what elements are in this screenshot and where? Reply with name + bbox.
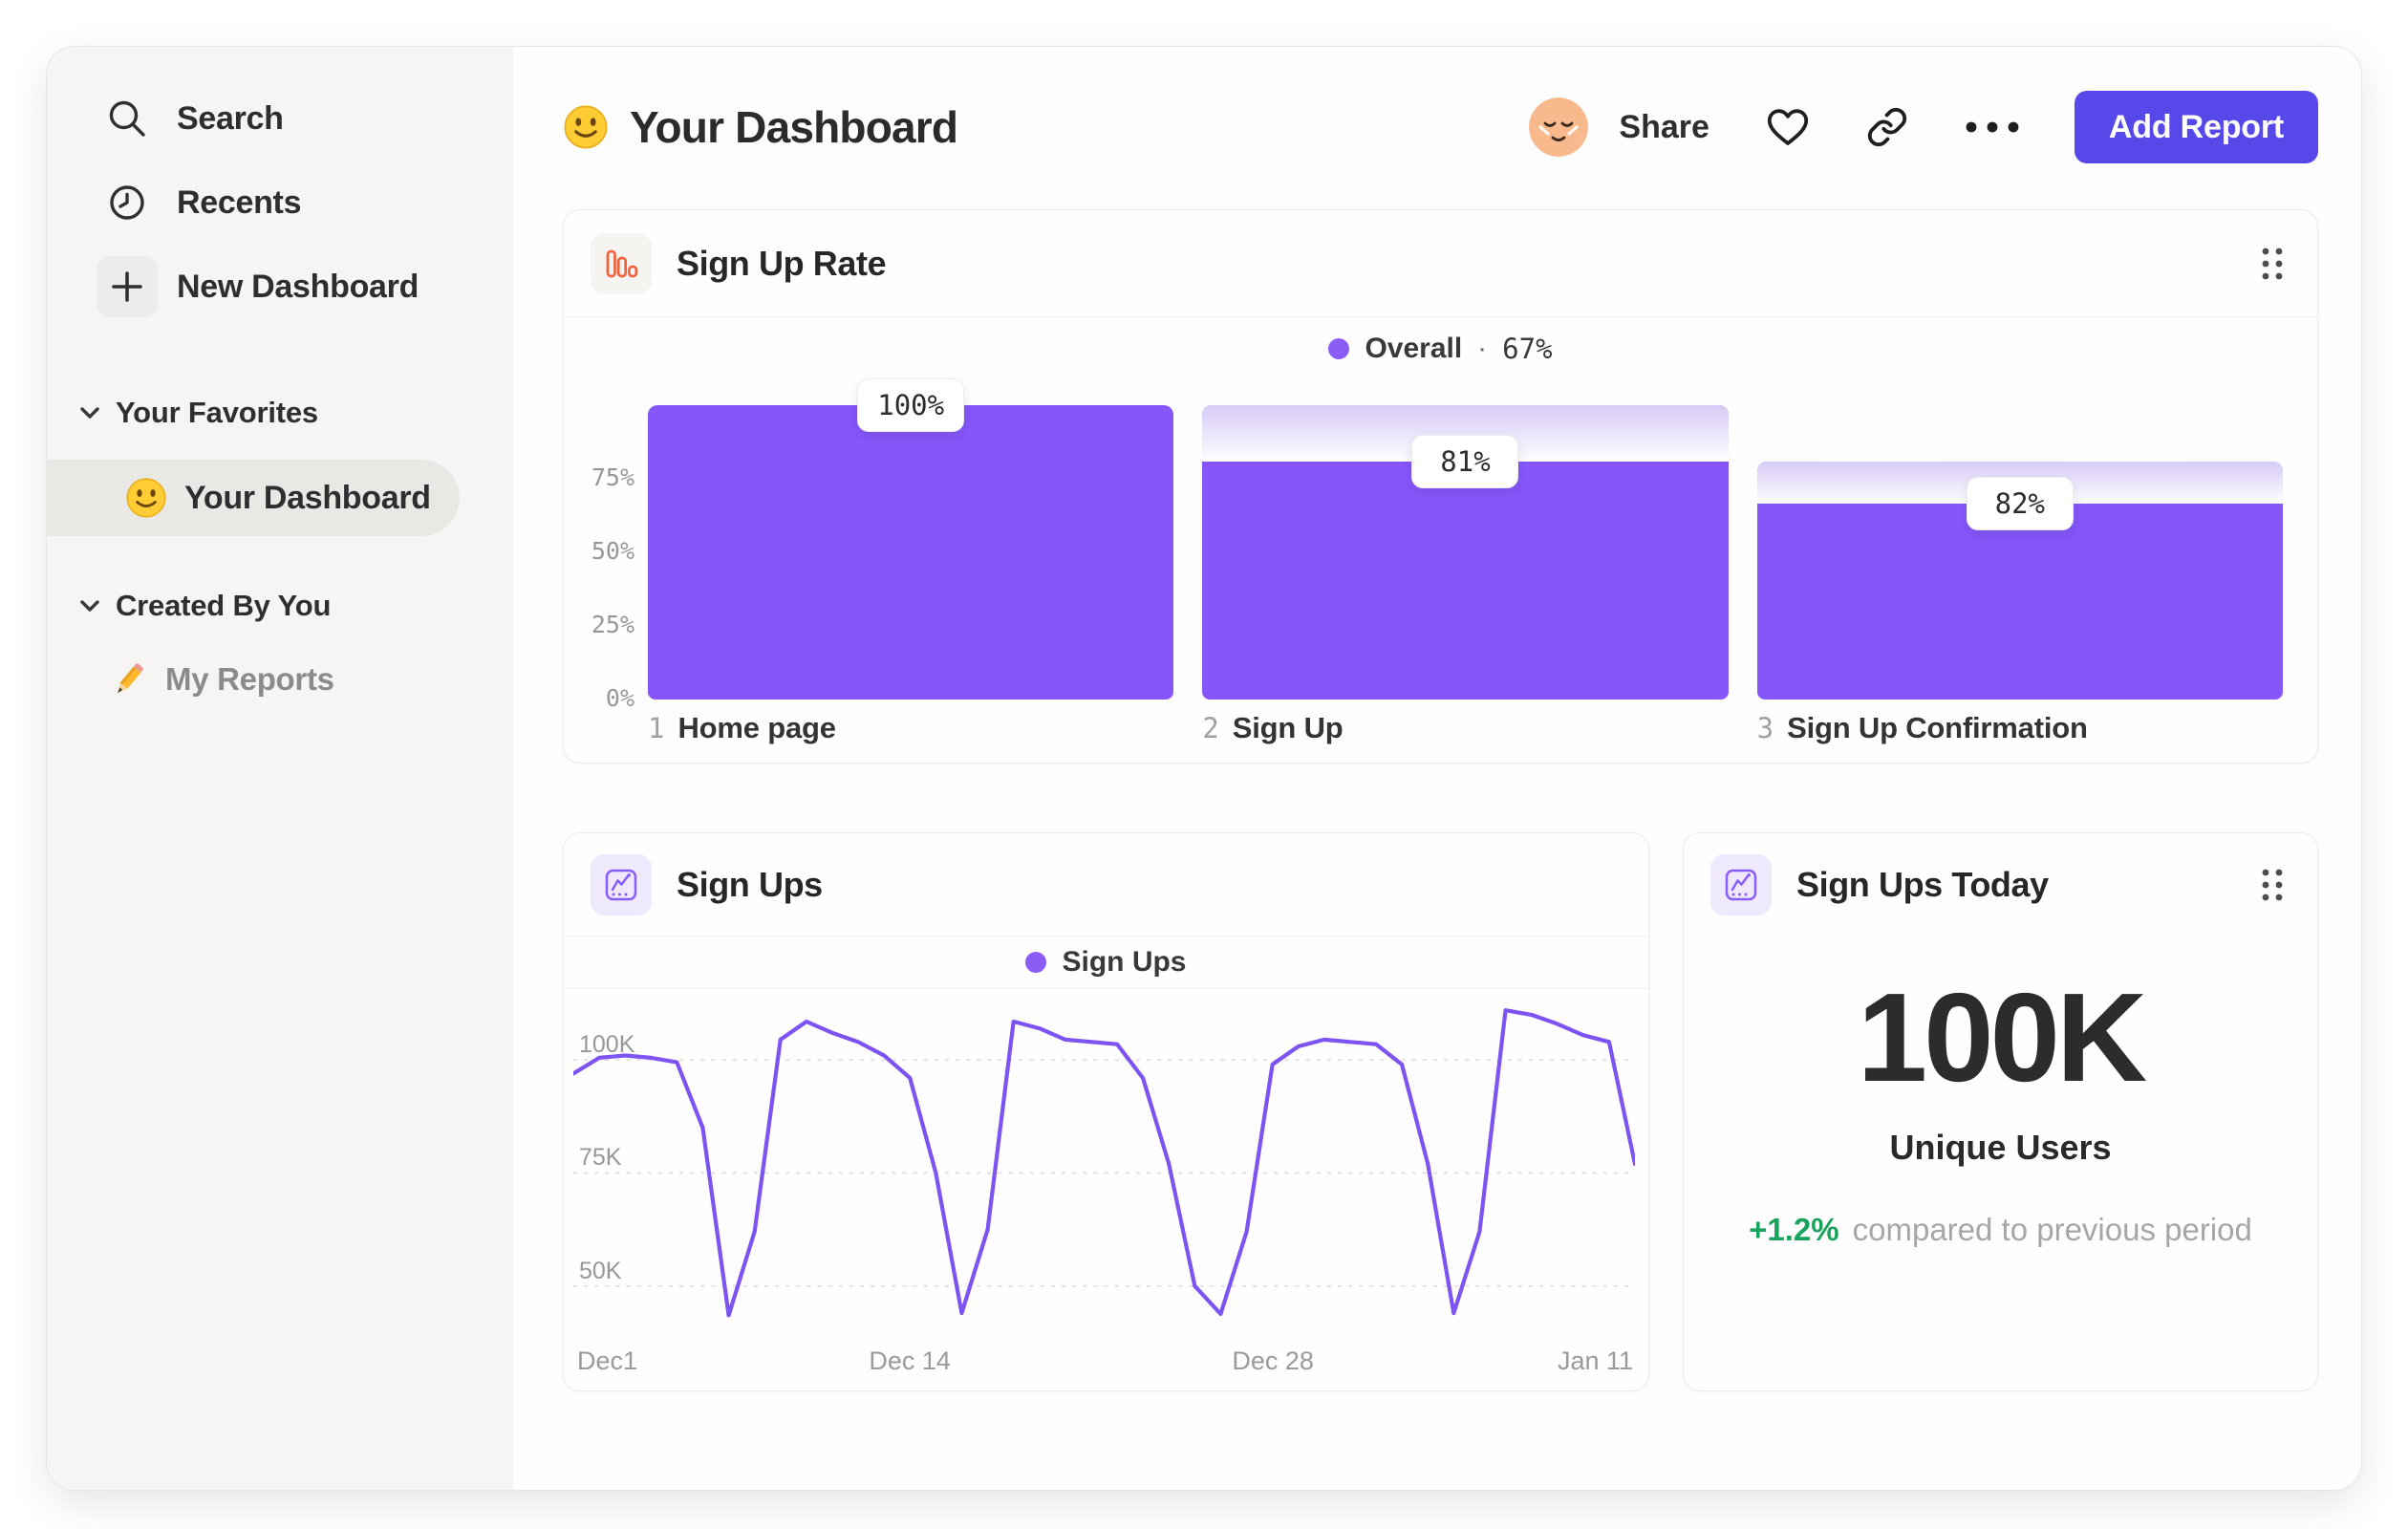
sidebar-item-search[interactable]: Search [47, 85, 513, 152]
sidebar-item-your-dashboard[interactable]: Your Dashboard [47, 460, 460, 536]
kpi-delta: +1.2% [1749, 1212, 1839, 1247]
funnel-bars: 100% 81% 82% [648, 378, 2283, 700]
legend-dot [1328, 338, 1350, 359]
legend-label: Overall [1365, 333, 1463, 364]
add-report-button[interactable]: Add Report [2074, 91, 2318, 163]
legend-label: Sign Ups [1062, 946, 1187, 978]
funnel-chart-icon [591, 232, 652, 294]
pencil-emoji-icon [117, 663, 143, 694]
funnel-value-chip: 100% [857, 378, 965, 432]
funnel-bar[interactable]: 81% [1202, 405, 1729, 700]
sidebar-item-new-dashboard[interactable]: New Dashboard [47, 253, 513, 320]
sidebar-item-label: My Reports [165, 661, 334, 697]
kpi-body: 100K Unique Users +1.2% compared to prev… [1684, 937, 2317, 1248]
favorite-heart-icon[interactable] [1765, 106, 1811, 148]
y-axis-tick: 75% [591, 463, 634, 491]
header-actions: Share Add Report [1529, 91, 2318, 163]
funnel-value-chip: 82% [1966, 477, 2074, 531]
search-icon [97, 88, 158, 149]
section-title: Created By You [116, 589, 332, 622]
funnel-bar[interactable]: 82% [1756, 405, 2283, 700]
more-options-icon[interactable] [1964, 119, 2021, 135]
sidebar-item-label: Recents [177, 183, 302, 221]
plus-icon [97, 256, 158, 317]
funnel-step-label: 1 Home page [648, 711, 836, 744]
signup-rate-card-header: Sign Up Rate [564, 210, 2317, 317]
section-your-favorites[interactable]: Your Favorites [47, 389, 513, 437]
signups-card-header: Sign Ups [564, 833, 1648, 937]
line-x-labels: Dec1 Dec 14 Dec 28 Jan 11 [573, 1346, 1635, 1375]
chevron-down-icon [80, 407, 99, 419]
copy-link-icon[interactable] [1866, 106, 1908, 148]
main-content: Your Dashboard Share Add Report Sign Up … [513, 47, 2361, 1490]
chevron-down-icon [80, 600, 99, 612]
funnel-step-label: 3 Sign Up Confirmation [1756, 711, 2088, 744]
card-title: Sign Ups Today [1796, 865, 2049, 904]
sidebar-item-label: Search [177, 99, 284, 137]
section-created-by-you[interactable]: Created By You [47, 582, 513, 630]
funnel-y-axis: 75% 50% 25% 0% [564, 405, 648, 712]
signups-card: Sign Ups Sign Ups 100K 75K 50K Dec1 Dec 14 D… [563, 832, 1649, 1391]
y-axis-tick: 25% [591, 611, 634, 638]
x-axis-tick: Dec1 [577, 1346, 638, 1375]
legend-separator: · [1477, 333, 1488, 364]
legend-dot [1025, 952, 1047, 973]
drag-handle-icon[interactable] [2260, 245, 2285, 283]
sidebar: Search Recents New Dashboard Your Favori… [47, 47, 513, 1490]
page-header: Your Dashboard Share Add Report [563, 89, 2318, 165]
card-title: Sign Ups [677, 864, 823, 904]
kpi-delta-note: compared to previous period [1852, 1212, 2252, 1247]
smiley-emoji-icon [564, 105, 608, 149]
funnel-step-label: 2 Sign Up [1202, 711, 1344, 744]
card-title: Sign Up Rate [677, 243, 887, 283]
line-chart-icon [1710, 854, 1772, 915]
y-axis-tick: 75K [579, 1144, 622, 1172]
sidebar-item-label: Your Dashboard [184, 479, 431, 516]
line-legend[interactable]: Sign Ups [564, 937, 1648, 989]
funnel-legend[interactable]: Overall · 67% [564, 317, 2317, 380]
signup-rate-card: Sign Up Rate Overall · 67% 75% 50% 25% 0% 1… [563, 209, 2318, 764]
y-axis-tick: 50% [591, 537, 634, 565]
funnel-chart: 75% 50% 25% 0% 100% 81% 82% [564, 378, 2317, 712]
smiley-emoji-icon [126, 478, 166, 518]
sidebar-item-label: New Dashboard [177, 268, 419, 305]
y-axis-tick: 50K [579, 1257, 622, 1284]
sidebar-item-my-reports[interactable]: My Reports [47, 649, 513, 710]
legend-value: 67% [1502, 333, 1553, 365]
funnel-bar[interactable]: 100% [648, 378, 1174, 700]
sidebar-item-recents[interactable]: Recents [47, 169, 513, 236]
kpi-value: 100K [1857, 967, 2148, 1108]
signups-today-card-header: Sign Ups Today [1684, 833, 2317, 937]
share-button[interactable]: Share [1619, 109, 1709, 146]
app-window: Search Recents New Dashboard Your Favori… [46, 46, 2362, 1491]
x-axis-tick: Dec 14 [869, 1346, 951, 1375]
section-title: Your Favorites [116, 396, 318, 429]
x-axis-tick: Jan 11 [1557, 1346, 1633, 1375]
page-title: Your Dashboard [630, 102, 958, 152]
funnel-value-chip: 81% [1411, 434, 1519, 488]
x-axis-tick: Dec 28 [1232, 1346, 1314, 1375]
drag-handle-icon[interactable] [2260, 866, 2285, 904]
line-chart[interactable]: 100K 75K 50K [573, 997, 1635, 1331]
y-axis-tick: 100K [579, 1031, 635, 1059]
y-axis-tick: 0% [605, 684, 634, 712]
clock-icon [97, 172, 158, 233]
line-chart-icon [591, 853, 652, 915]
funnel-x-labels: 1 Home page 2 Sign Up 3 Sign Up Confirmation [564, 700, 2317, 745]
kpi-label: Unique Users [1889, 1128, 2112, 1167]
signups-today-card: Sign Ups Today 100K Unique Users +1.2% c… [1683, 832, 2318, 1391]
avatar[interactable] [1529, 97, 1589, 157]
